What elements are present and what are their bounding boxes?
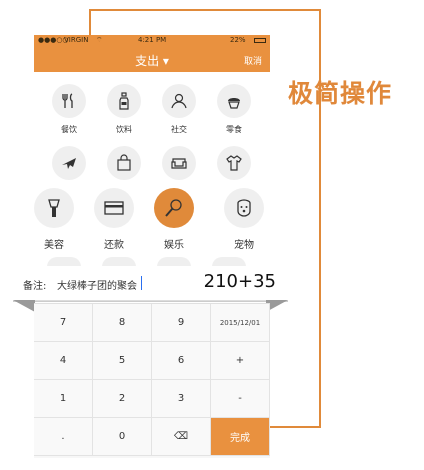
battery-icon	[254, 38, 266, 43]
cancel-button[interactable]: 取消	[244, 54, 262, 67]
shopping-bag-icon	[107, 146, 141, 180]
note-label: 备注:	[23, 281, 47, 292]
nav-bar: 支出 ▾ 取消	[34, 47, 270, 72]
category-label: 宠物	[234, 240, 254, 251]
key-9[interactable]: 9	[152, 304, 211, 342]
bottle-icon	[107, 84, 141, 118]
callout-line	[89, 9, 91, 35]
sofa-icon	[162, 146, 196, 180]
key-dot[interactable]: .	[34, 418, 93, 456]
amount-display: 210+35	[203, 271, 276, 292]
key-0[interactable]: 0	[93, 418, 152, 456]
category-clothing[interactable]	[207, 146, 261, 180]
category-drinks[interactable]: 饮料	[97, 84, 151, 135]
category-social[interactable]: 社交	[152, 84, 206, 135]
category-travel[interactable]	[42, 146, 96, 180]
category-entertainment[interactable]: 娱乐	[139, 188, 209, 251]
dog-icon	[224, 188, 264, 228]
callout-line	[89, 9, 321, 11]
category-home[interactable]	[152, 146, 206, 180]
handshake-icon	[162, 84, 196, 118]
category-snacks[interactable]: 零食	[207, 84, 261, 135]
wifi-icon: ⌔	[96, 36, 103, 44]
tshirt-icon	[217, 146, 251, 180]
category-shopping[interactable]	[97, 146, 151, 180]
shadow-fold	[13, 300, 35, 312]
note-input[interactable]: 大绿棒子团的聚会	[57, 277, 137, 292]
date-button[interactable]: 2015/12/01	[211, 304, 270, 342]
airplane-icon	[52, 146, 86, 180]
note-bar[interactable]: 备注: 大绿棒子团的聚会 210+35	[13, 266, 288, 301]
microphone-icon	[154, 188, 194, 228]
key-plus[interactable]: +	[211, 342, 270, 380]
key-6[interactable]: 6	[152, 342, 211, 380]
text-caret	[141, 276, 142, 290]
category-pets[interactable]: 宠物	[209, 188, 279, 251]
battery-percent: 22%	[230, 36, 246, 44]
category-label: 餐饮	[61, 125, 77, 134]
cupcake-icon	[217, 84, 251, 118]
done-button[interactable]: 完成	[211, 418, 270, 456]
callout-line	[270, 426, 321, 428]
type-switcher[interactable]: 支出 ▾	[34, 52, 270, 69]
category-dining[interactable]: 餐饮	[42, 84, 96, 135]
category-label: 社交	[171, 125, 187, 134]
callout-title: 极简操作	[288, 79, 393, 108]
key-8[interactable]: 8	[93, 304, 152, 342]
makeup-brush-icon	[34, 188, 74, 228]
status-time: 4:21 PM	[138, 36, 167, 44]
credit-card-icon	[94, 188, 134, 228]
category-label: 零食	[226, 125, 242, 134]
keypad: 7 8 9 2015/12/01 4 5 6 + 1 2 3 - . 0 ⌫ 完…	[34, 303, 270, 458]
category-label: 娱乐	[164, 240, 184, 251]
key-2[interactable]: 2	[93, 380, 152, 418]
key-7[interactable]: 7	[34, 304, 93, 342]
key-3[interactable]: 3	[152, 380, 211, 418]
carrier-name: VIRGIN	[64, 36, 89, 44]
status-bar: ●●●○○ VIRGIN ⌔ 4:21 PM 22%	[34, 35, 270, 47]
key-4[interactable]: 4	[34, 342, 93, 380]
chevron-down-icon: ▾	[162, 54, 169, 68]
key-1[interactable]: 1	[34, 380, 93, 418]
category-label: 饮料	[116, 125, 132, 134]
utensils-icon	[52, 84, 86, 118]
key-minus[interactable]: -	[211, 380, 270, 418]
key-5[interactable]: 5	[93, 342, 152, 380]
callout-line	[319, 9, 321, 427]
nav-title: 支出	[135, 54, 160, 68]
backspace-button[interactable]: ⌫	[152, 418, 211, 456]
backspace-icon: ⌫	[173, 431, 189, 442]
